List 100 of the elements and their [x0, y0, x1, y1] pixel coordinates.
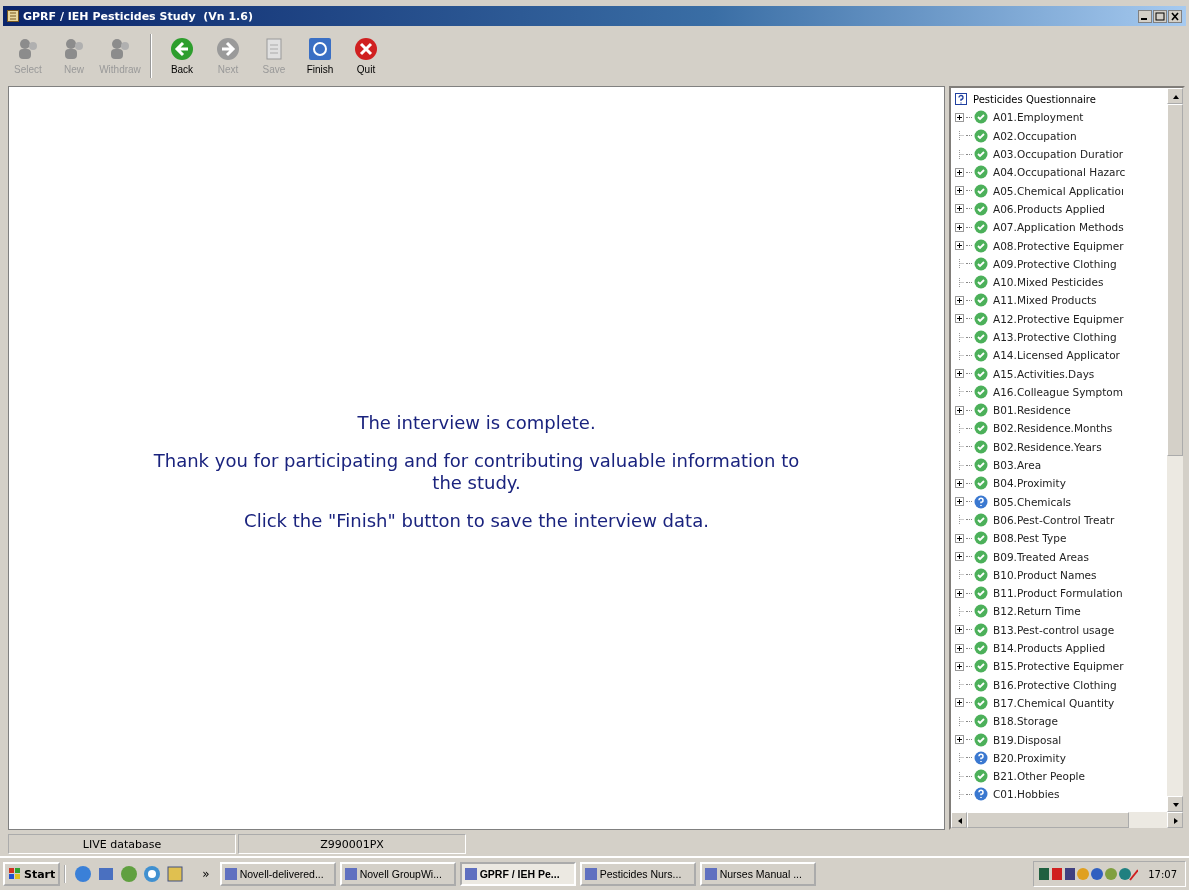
toolbar-button[interactable]: Back — [162, 30, 202, 82]
people-icon — [62, 37, 86, 61]
toolbar-button[interactable]: Quit — [346, 30, 386, 82]
expand-icon[interactable] — [955, 369, 964, 379]
people-icon — [16, 37, 40, 61]
tree-item[interactable]: A09.Protective Clothing — [993, 257, 1117, 270]
expand-icon[interactable] — [955, 314, 964, 324]
clock: 17:07 — [1148, 868, 1177, 880]
tree-item[interactable]: A07.Application Methods — [993, 221, 1124, 234]
expand-icon[interactable] — [955, 588, 964, 598]
expand-icon[interactable] — [955, 204, 964, 214]
scroll-down-button[interactable] — [1167, 796, 1183, 812]
tray-icons-drawing[interactable] — [1038, 866, 1139, 882]
windows-flag-icon — [8, 867, 22, 881]
more-button[interactable]: » — [196, 867, 216, 881]
expand-icon[interactable] — [955, 552, 964, 562]
taskbar-button[interactable]: Novell GroupWi... — [339, 862, 456, 886]
close-button[interactable] — [1168, 9, 1182, 23]
message-text: Click the "Finish" button to save the interview data. — [243, 510, 710, 532]
scroll-up-button[interactable] — [1167, 88, 1183, 104]
window-icon — [223, 867, 238, 881]
tree-item[interactable]: A01.Employment — [993, 111, 1084, 124]
tree-item[interactable]: A02.Occupation — [993, 129, 1077, 142]
maximize-button[interactable] — [1153, 9, 1167, 23]
window-icon — [703, 867, 718, 881]
tree-item[interactable]: B18.Storage — [993, 715, 1058, 728]
expand-icon[interactable] — [955, 222, 964, 232]
tree-item[interactable]: A11.Mixed Products — [993, 294, 1097, 307]
tree-item[interactable]: B19.Disposal — [993, 733, 1062, 746]
tree-item[interactable]: A05.Chemical Applicatioı — [993, 184, 1124, 197]
minimize-button[interactable] — [1138, 9, 1152, 23]
tree-item[interactable]: A12.Protective Equipmer — [993, 312, 1124, 325]
tree-item[interactable]: B08.Pest Type — [993, 532, 1067, 545]
tree-item[interactable]: B06.Pest-Control Treatr — [993, 513, 1115, 526]
taskbar-button[interactable]: GPRF / IEH Pe... — [459, 862, 576, 886]
tree-item[interactable]: A04.Occupational Hazarc — [993, 166, 1126, 179]
expand-icon[interactable] — [955, 735, 964, 745]
expand-icon[interactable] — [955, 241, 964, 250]
expand-icon[interactable] — [955, 698, 964, 708]
scroll-right-button[interactable] — [1167, 812, 1183, 828]
tree-item[interactable]: B02.Residence.Years — [993, 440, 1102, 453]
start-button[interactable]: Start — [3, 862, 61, 886]
tree-item[interactable]: B14.Products Applied — [993, 642, 1106, 655]
tree-item[interactable]: B01.Residence — [993, 404, 1071, 417]
status-panel: Z990001PX — [238, 834, 466, 854]
tree-item[interactable]: B15.Protective Equipmer — [993, 660, 1124, 673]
tree-item[interactable]: C01.Hobbies — [993, 788, 1060, 801]
expand-icon[interactable] — [955, 643, 964, 653]
tree-item[interactable]: B11.Product Formulation — [993, 587, 1123, 600]
tree-item[interactable]: A10.Mixed Pesticides — [993, 276, 1104, 289]
window-icon — [583, 867, 598, 881]
expand-icon[interactable] — [955, 533, 964, 543]
expand-icon[interactable] — [955, 625, 964, 635]
tree-item[interactable]: B17.Chemical Quantity — [993, 696, 1115, 709]
tree-item[interactable]: B05.Chemicals — [993, 495, 1072, 508]
app-icon — [7, 10, 19, 22]
expand-icon[interactable] — [955, 186, 964, 196]
tree-item[interactable]: B12.Return Time — [993, 605, 1081, 618]
expand-icon[interactable] — [955, 661, 964, 671]
tree-item[interactable]: A14.Licensed Applicator — [993, 349, 1120, 362]
taskbar-button[interactable]: Nurses Manual ... — [699, 862, 816, 886]
toolbar-button[interactable]: Finish — [300, 30, 340, 82]
people-icon — [108, 37, 132, 61]
tree-item[interactable]: A08.Protective Equipmer — [993, 239, 1124, 252]
tree-item[interactable]: B13.Pest-control usage — [993, 623, 1115, 636]
tree-item[interactable]: B03.Area — [993, 459, 1042, 472]
status-panel: LIVE database — [8, 834, 236, 854]
power-icon — [308, 37, 332, 61]
tree-item[interactable]: B04.Proximity — [993, 477, 1066, 490]
tree-item[interactable]: B20.Proximity — [993, 751, 1066, 764]
tree-item[interactable]: B16.Protective Clothing — [993, 678, 1117, 691]
expand-icon[interactable] — [955, 478, 964, 488]
expand-icon[interactable] — [955, 112, 964, 122]
tree-item[interactable]: A16.Colleague Symptom — [993, 385, 1124, 398]
tree-item[interactable]: B09.Treated Areas — [993, 550, 1089, 563]
message-text: Thank you for participating and for contributing valuable information to the study. — [152, 450, 801, 494]
scrollbar-thumb[interactable] — [1167, 104, 1183, 456]
window-icon — [343, 867, 358, 881]
expand-icon[interactable] — [955, 405, 964, 415]
tree-item[interactable]: A15.Activities.Days — [993, 367, 1095, 380]
horizontal-scrollbar[interactable] — [951, 812, 1183, 828]
tree-item[interactable]: B10.Product Names — [993, 568, 1097, 581]
window-title: GPRF / IEH Pesticides Study (Vn 1.6) — [23, 9, 254, 23]
scroll-left-button[interactable] — [951, 812, 967, 828]
tree-item[interactable]: A13.Protective Clothing — [993, 331, 1117, 343]
help-icon — [955, 93, 967, 106]
vertical-scrollbar[interactable] — [1167, 88, 1183, 812]
taskbar-button[interactable]: Novell-delivered... — [219, 862, 336, 886]
expand-icon[interactable] — [955, 167, 964, 177]
tree-item[interactable]: A06.Products Applied — [993, 202, 1106, 215]
tree-item[interactable]: A03.Occupation Duratior — [993, 148, 1124, 161]
tree-root[interactable]: Pesticides Questionnaire — [973, 93, 1096, 105]
expand-icon[interactable] — [955, 295, 964, 305]
scrollbar-thumb[interactable] — [967, 812, 1129, 828]
expand-icon[interactable] — [955, 497, 964, 507]
tree-item[interactable]: B21.Other People — [993, 770, 1085, 783]
tree-item[interactable]: B02.Residence.Months — [993, 422, 1113, 435]
close-icon — [354, 37, 378, 61]
window-icon — [463, 867, 478, 881]
taskbar-button[interactable]: Pesticides Nurs... — [579, 862, 696, 886]
